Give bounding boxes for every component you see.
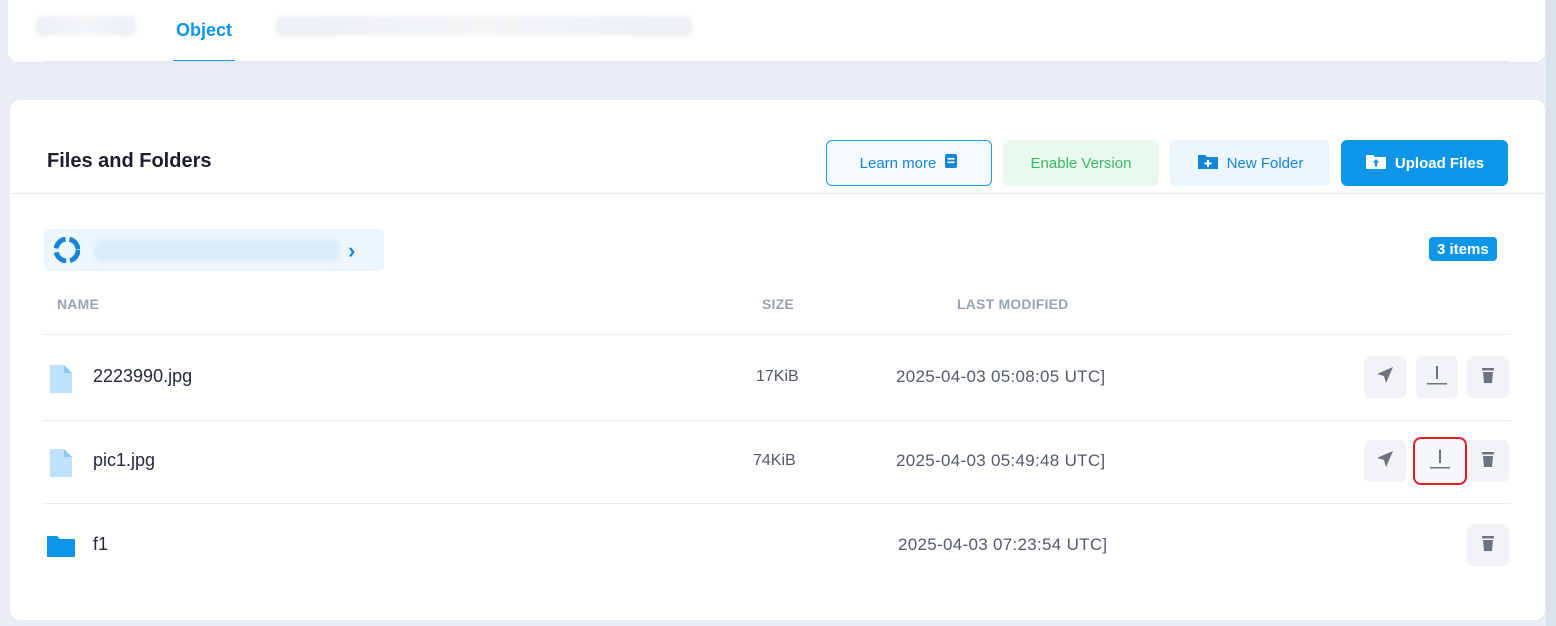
- trash-icon: [1480, 534, 1496, 557]
- download-icon: [1429, 448, 1451, 475]
- tabs-divider: [44, 61, 1509, 62]
- download-button[interactable]: [1416, 356, 1458, 398]
- table-row[interactable]: 2223990.jpg 17KiB 2025-04-03 05:08:05 UT…: [10, 336, 1545, 420]
- folder-modified: 2025-04-03 07:23:54 UTC]: [898, 535, 1108, 554]
- upload-files-button[interactable]: Upload Files: [1341, 140, 1508, 186]
- top-tabs-bar: Object: [8, 0, 1545, 62]
- file-icon: [49, 448, 73, 483]
- table-row[interactable]: pic1.jpg 74KiB 2025-04-03 05:49:48 UTC]: [10, 420, 1545, 504]
- column-header-last-modified: LAST MODIFIED: [957, 296, 1069, 312]
- new-folder-label: New Folder: [1226, 154, 1304, 172]
- delete-button[interactable]: [1467, 356, 1509, 398]
- folder-icon: [47, 534, 75, 563]
- upload-files-label: Upload Files: [1394, 154, 1485, 172]
- enable-version-button[interactable]: Enable Version: [1003, 140, 1159, 186]
- delete-button[interactable]: [1467, 440, 1509, 482]
- column-header-size: SIZE: [762, 296, 794, 312]
- scrollbar[interactable]: [1546, 0, 1556, 626]
- table-row[interactable]: f1 2025-04-03 07:23:54 UTC]: [10, 504, 1545, 588]
- tab-redacted-2[interactable]: [276, 16, 692, 36]
- file-modified: 2025-04-03 05:08:05 UTC]: [896, 367, 1106, 386]
- panel-header: Files and Folders Learn more Enable Vers…: [10, 100, 1545, 194]
- table-divider: [43, 334, 1511, 335]
- upload-icon: [1365, 152, 1387, 174]
- file-name[interactable]: pic1.jpg: [93, 450, 155, 471]
- new-folder-button[interactable]: New Folder: [1170, 140, 1330, 186]
- enable-version-label: Enable Version: [1030, 154, 1132, 172]
- folder-name[interactable]: f1: [93, 534, 108, 555]
- send-icon: [1375, 449, 1395, 474]
- tab-object[interactable]: Object: [173, 0, 235, 62]
- column-header-name: NAME: [57, 296, 100, 312]
- document-icon: [944, 153, 958, 173]
- delete-button[interactable]: [1467, 524, 1509, 566]
- files-panel: Files and Folders Learn more Enable Vers…: [10, 100, 1545, 620]
- download-button-highlighted[interactable]: [1413, 437, 1467, 485]
- file-size: 17KiB: [756, 368, 799, 385]
- chevron-right-icon: ›: [348, 238, 356, 263]
- download-icon: [1426, 364, 1448, 391]
- file-icon: [49, 364, 73, 399]
- trash-icon: [1480, 450, 1496, 473]
- file-name[interactable]: 2223990.jpg: [93, 366, 192, 387]
- new-folder-icon: [1197, 152, 1219, 174]
- breadcrumb-path-redacted: [94, 239, 340, 261]
- share-button[interactable]: [1364, 440, 1406, 482]
- learn-more-button[interactable]: Learn more: [826, 140, 992, 186]
- share-button[interactable]: [1364, 356, 1406, 398]
- learn-more-label: Learn more: [859, 154, 937, 172]
- file-modified: 2025-04-03 05:49:48 UTC]: [896, 451, 1106, 470]
- file-size: 74KiB: [753, 452, 796, 469]
- bucket-logo-icon: [53, 236, 81, 268]
- items-count-badge: 3 items: [1429, 237, 1497, 261]
- trash-icon: [1480, 366, 1496, 389]
- tab-redacted-1[interactable]: [36, 16, 136, 36]
- breadcrumb[interactable]: ›: [44, 229, 384, 271]
- send-icon: [1375, 365, 1395, 390]
- page-title: Files and Folders: [47, 150, 212, 172]
